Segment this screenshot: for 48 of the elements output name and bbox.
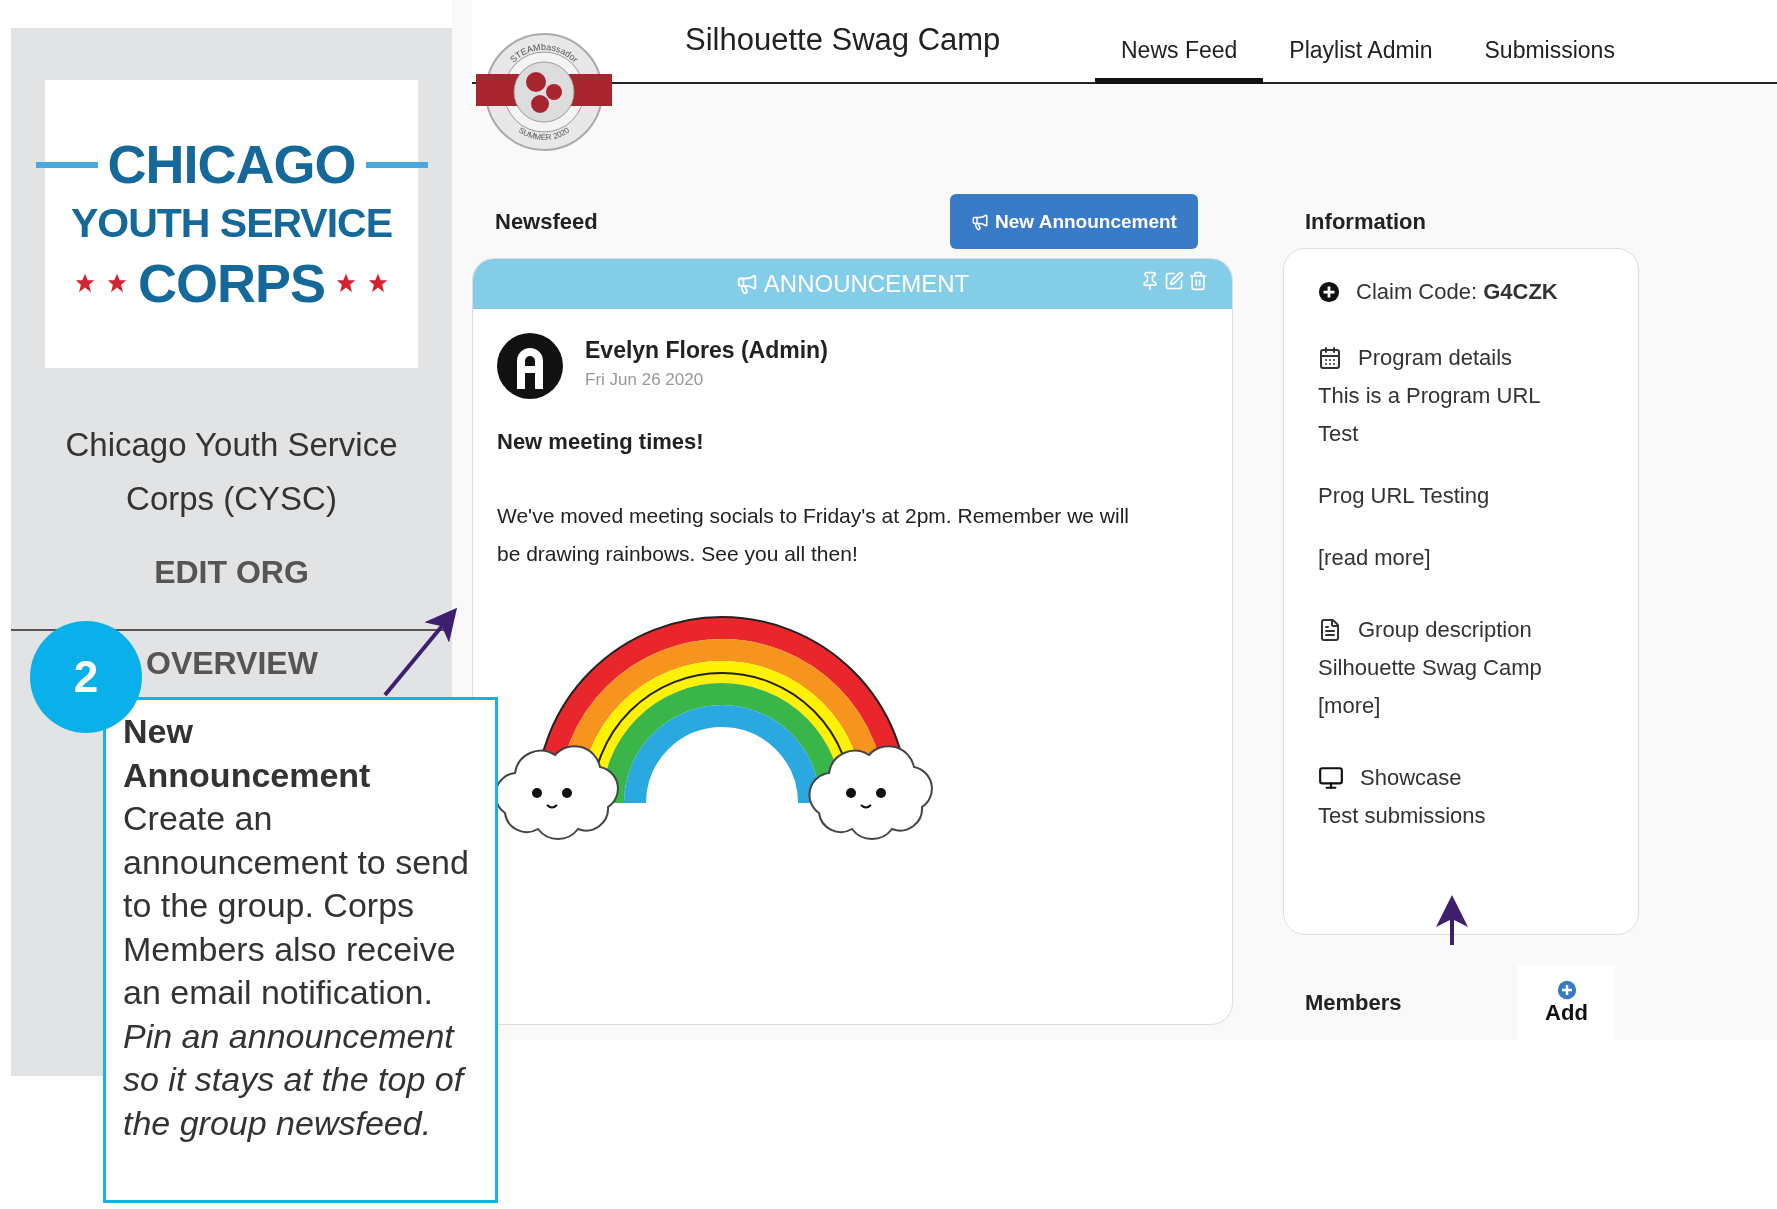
- document-icon: [1318, 618, 1342, 642]
- new-announcement-button[interactable]: New Announcement: [950, 194, 1198, 249]
- pin-button[interactable]: [1140, 271, 1160, 291]
- group-title: Silhouette Swag Camp: [685, 22, 1002, 58]
- logo-text: YOUTH SERVICE: [70, 199, 393, 249]
- star-icon: [105, 272, 128, 295]
- megaphone-icon: [735, 273, 758, 295]
- logo-text: CORPS: [137, 251, 325, 315]
- post-title: New meeting times!: [497, 429, 705, 455]
- tab[interactable]: Submissions: [1458, 20, 1641, 84]
- logo-text: CHICAGO: [107, 132, 356, 196]
- logo-bar: [35, 161, 98, 168]
- org-name: Chicago Youth Service Corps (CYSC): [64, 425, 399, 519]
- claim-code: Claim Code: G4CZK: [1356, 279, 1558, 305]
- post-type: ANNOUNCEMENT: [763, 270, 970, 298]
- more-link[interactable]: [more]: [1318, 687, 1618, 725]
- callout-text: Create an announcement to send to the group. Corps Members also receive an email notification. Pin an announcement so it stays at the top of the group newsfeed.: [123, 798, 470, 1144]
- megaphone-icon: [971, 212, 990, 231]
- info-text: This is a Program URL Test: [1318, 382, 1541, 448]
- nav-item[interactable]: OVERVIEW: [146, 645, 318, 682]
- edit-org-link[interactable]: EDIT ORG: [154, 554, 309, 591]
- star-icon: [367, 272, 389, 295]
- info-title: Program details: [1358, 345, 1513, 371]
- plus-circle-icon: [1556, 979, 1577, 1000]
- post-body: We've moved meeting socials to Friday's at 2pm. Remember we will be drawing rainbows. See you all then!: [497, 503, 1131, 567]
- edit-button[interactable]: [1164, 271, 1184, 291]
- pointer-arrow: [1436, 895, 1468, 945]
- members-heading: Members: [1305, 989, 1402, 1016]
- logo-bar: [365, 161, 428, 168]
- info-text: Test submissions: [1318, 802, 1487, 830]
- more-link[interactable]: [read more]: [1318, 539, 1618, 577]
- newsfeed-heading: Newsfeed: [495, 208, 598, 235]
- info-text: Prog URL Testing: [1318, 482, 1491, 510]
- avatar-icon: [497, 333, 563, 399]
- info-title: Group description: [1358, 617, 1532, 643]
- monitor-icon: [1318, 765, 1344, 791]
- plus-circle-icon: [1318, 281, 1340, 303]
- information-heading: Information: [1305, 208, 1426, 235]
- author-name: Evelyn Flores (Admin): [585, 337, 828, 364]
- star-icon: [335, 272, 357, 295]
- calendar-icon: [1318, 346, 1342, 370]
- tab[interactable]: Playlist Admin: [1263, 20, 1459, 84]
- delete-button[interactable]: [1188, 271, 1208, 291]
- info-text: Silhouette Swag Camp: [1318, 654, 1543, 682]
- post-date: Fri Jun 26 2020: [585, 370, 705, 390]
- info-title: Showcase: [1360, 765, 1462, 791]
- star-icon: [73, 272, 96, 295]
- add-member-button[interactable]: Add: [1518, 965, 1615, 1040]
